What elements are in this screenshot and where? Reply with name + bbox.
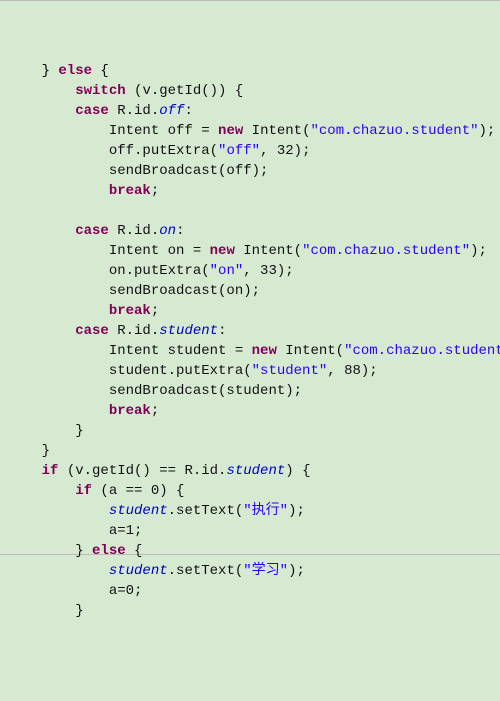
code-line: student.setText("执行"); <box>8 503 305 519</box>
code-line: Intent student = new Intent("com.chazuo.… <box>8 343 500 359</box>
code-line: case R.id.student: <box>8 323 226 339</box>
code-line: if (a == 0) { <box>8 483 184 499</box>
code-line: student.putExtra("student", 88); <box>8 363 378 379</box>
code-line: break; <box>8 303 159 319</box>
code-line: } else { <box>8 543 142 559</box>
code-line: if (v.getId() == R.id.student) { <box>8 463 310 479</box>
code-line: sendBroadcast(on); <box>8 283 260 299</box>
code-line: on.putExtra("on", 33); <box>8 263 294 279</box>
code-line: Intent off = new Intent("com.chazuo.stud… <box>8 123 495 139</box>
code-line: } <box>8 423 84 439</box>
code-line: switch (v.getId()) { <box>8 83 243 99</box>
code-line: } else { <box>8 63 109 79</box>
code-line: sendBroadcast(student); <box>8 383 302 399</box>
code-line: a=0; <box>8 583 142 599</box>
code-line: sendBroadcast(off); <box>8 163 268 179</box>
code-line: break; <box>8 183 159 199</box>
code-line: off.putExtra("off", 32); <box>8 143 310 159</box>
code-line: student.setText("学习"); <box>8 563 305 579</box>
code-line: case R.id.off: <box>8 103 193 119</box>
code-line: a=1; <box>8 523 142 539</box>
code-block: } else { switch (v.getId()) { case R.id.… <box>8 61 492 621</box>
code-line: break; <box>8 403 159 419</box>
code-line: } <box>8 443 50 459</box>
code-line: Intent on = new Intent("com.chazuo.stude… <box>8 243 487 259</box>
code-line: } <box>8 603 84 619</box>
code-line: case R.id.on: <box>8 223 184 239</box>
